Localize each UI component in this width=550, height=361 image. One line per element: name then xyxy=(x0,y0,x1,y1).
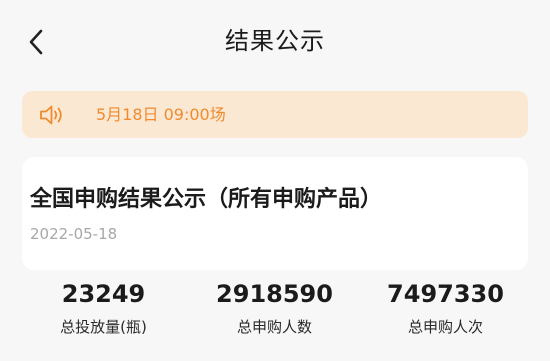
page-title: 结果公示 xyxy=(225,27,325,55)
header: 结果公示 xyxy=(0,0,550,78)
card-date: 2022-05-18 xyxy=(30,225,118,243)
stat-total-applications: 7497330 总申购人次 xyxy=(354,276,537,338)
stat-value: 2918590 xyxy=(216,280,333,308)
speaker-icon xyxy=(40,105,62,125)
stat-total-applicants: 2918590 总申购人数 xyxy=(183,276,366,338)
result-card: 全国申购结果公示（所有申购产品） 2022-05-18 xyxy=(22,157,528,270)
stats-row: 23249 总投放量(瓶) 2918590 总申购人数 7497330 总申购人… xyxy=(0,276,550,346)
card-heading: 全国申购结果公示（所有申购产品） xyxy=(30,187,383,212)
stat-label: 总投放量(瓶) xyxy=(60,318,147,336)
stat-value: 23249 xyxy=(61,280,146,308)
session-notice: 5月18日 09:00场 xyxy=(22,91,528,138)
stat-value: 7497330 xyxy=(387,280,504,308)
stat-total-supply: 23249 总投放量(瓶) xyxy=(12,276,195,338)
stat-label: 总申购人数 xyxy=(236,318,312,336)
session-time-text: 5月18日 09:00场 xyxy=(96,105,226,124)
stat-label: 总申购人次 xyxy=(407,318,483,336)
